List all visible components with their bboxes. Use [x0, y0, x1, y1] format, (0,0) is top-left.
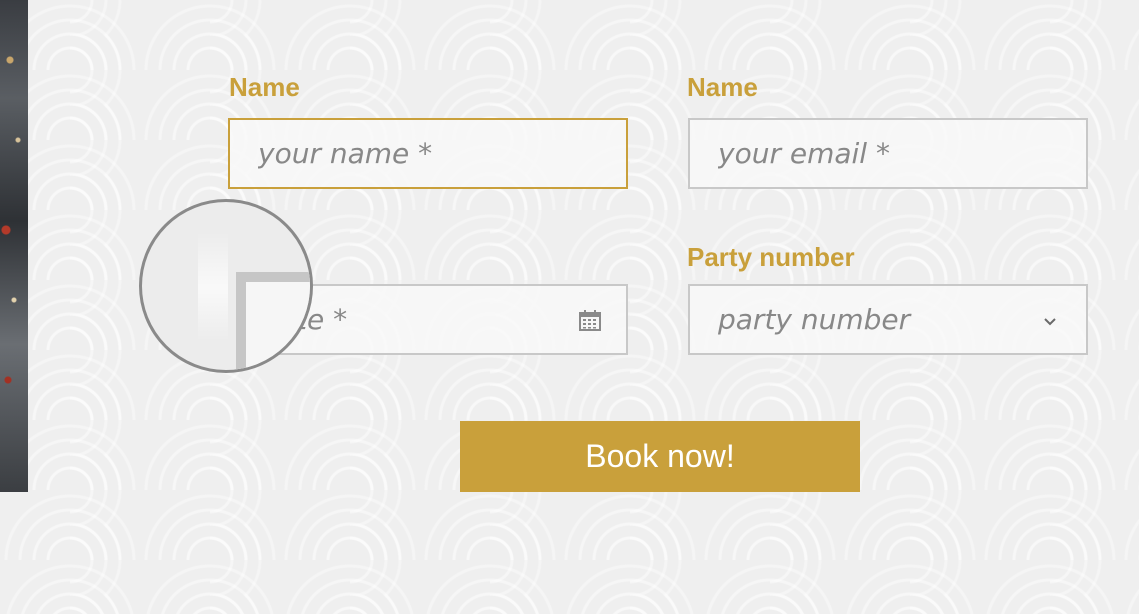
name-field[interactable] [228, 118, 628, 189]
chevron-down-icon[interactable] [1042, 314, 1058, 330]
side-photo [0, 0, 28, 492]
magnifier-lens [139, 199, 313, 373]
calendar-icon[interactable] [578, 308, 602, 332]
email-label: Name [687, 72, 758, 102]
email-field[interactable] [688, 118, 1088, 189]
name-input[interactable] [230, 120, 626, 187]
party-number-label: Party number [687, 242, 855, 272]
party-number-select[interactable]: party number [688, 284, 1088, 355]
party-number-placeholder: party number [718, 303, 911, 336]
magnifier-highlight [198, 232, 228, 342]
email-input[interactable] [690, 120, 1086, 187]
magnified-field-corner [236, 272, 310, 370]
book-now-button[interactable]: Book now! [460, 421, 860, 492]
name-label: Name [229, 72, 300, 102]
